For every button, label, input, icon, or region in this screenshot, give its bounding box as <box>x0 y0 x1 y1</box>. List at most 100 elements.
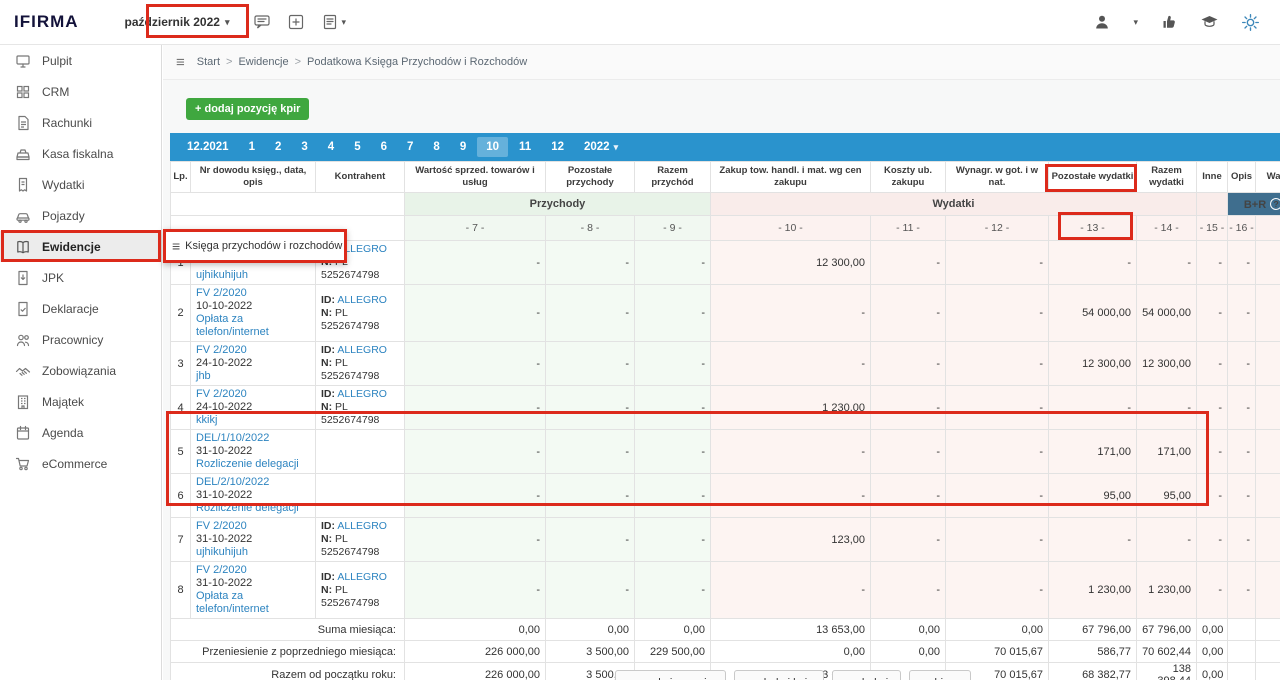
month-tab-3[interactable]: 3 <box>292 137 316 157</box>
contractor-link[interactable]: ALLEGRO <box>337 388 387 400</box>
new-invoice-icon[interactable] <box>287 13 305 31</box>
user-icon[interactable] <box>1093 13 1111 31</box>
month-tab-12[interactable]: 12 <box>542 137 573 157</box>
car-icon <box>15 208 31 224</box>
sidebar-item-deklaracje[interactable]: Deklaracje <box>0 293 161 324</box>
table-row: 8 FV 2/202031-10-2022Opłata za telefon/i… <box>171 562 1280 619</box>
footer-actions: wyszukaj pozycję wydrukuj kpir wydrukuj … <box>513 670 1073 680</box>
document-desc-link[interactable]: kkikj <box>196 414 310 427</box>
month-tab-8[interactable]: 8 <box>424 137 448 157</box>
chevron-down-icon: ▾ <box>341 17 346 28</box>
month-tab-6[interactable]: 6 <box>372 137 396 157</box>
table-row: 7 FV 2/202031-10-2022ujhikuhijuh ID: ALL… <box>171 518 1280 562</box>
add-kpir-entry-button[interactable]: + dodaj pozycję kpir <box>186 98 309 120</box>
col-header-7: Wartość sprzed. towarów i usług <box>405 162 546 193</box>
table-group-row: Przychody Wydatki B+R? <box>171 193 1280 216</box>
declarations-icon <box>15 301 31 317</box>
col-header-16: Opis <box>1228 162 1256 193</box>
document-desc-link[interactable]: Opłata za telefon/internet <box>196 313 310 339</box>
employees-icon <box>15 332 31 348</box>
document-desc-link[interactable]: ujhikuhijuh <box>196 269 310 282</box>
thumbs-up-icon[interactable] <box>1160 13 1178 31</box>
breadcrumb-bar: ≡ Start > Ewidencje > Podatkowa Księga P… <box>163 45 1280 80</box>
month-selector[interactable]: październik 2022 ▾ <box>117 9 238 35</box>
search-entry-button[interactable]: wyszukaj pozycję <box>615 670 726 680</box>
summary-row-month: Suma miesiąca: 0,000,000,00 13 653,000,0… <box>171 619 1280 641</box>
document-link[interactable]: FV 2/2020 <box>196 564 310 577</box>
menu-toggle-icon[interactable]: ≡ <box>176 54 185 71</box>
chevron-down-icon: ▾ <box>225 17 230 28</box>
month-tab-12-2021[interactable]: 12.2021 <box>178 137 238 157</box>
sidebar-item-zobowiazania[interactable]: Zobowiązania <box>0 355 161 386</box>
sidebar-item-wydatki[interactable]: Wydatki <box>0 169 161 200</box>
document-link[interactable]: FV 2/2020 <box>196 287 310 300</box>
document-desc-link[interactable]: ujhikuhijuh <box>196 546 310 559</box>
group-przychody: Przychody <box>405 193 711 216</box>
help-icon[interactable]: ? <box>1270 198 1280 210</box>
month-tab-4[interactable]: 4 <box>319 137 343 157</box>
document-desc-link[interactable]: Rozliczenie delegacji <box>196 502 310 515</box>
sidebar-item-pulpit[interactable]: Pulpit <box>0 45 161 76</box>
contractor-link[interactable]: ALLEGRO <box>337 571 387 583</box>
contractor-link[interactable]: ALLEGRO <box>337 520 387 532</box>
contractor-link[interactable]: ALLEGRO <box>337 294 387 306</box>
col-header-kontrahent: Kontrahent <box>316 162 405 193</box>
sidebar-item-pracownicy[interactable]: Pracownicy <box>0 324 161 355</box>
year-selector[interactable]: 2022▾ <box>575 137 627 157</box>
month-tabs: 12.2021 1 2 3 4 5 6 7 8 9 10 11 12 2022▾ <box>170 133 1280 161</box>
download-button[interactable]: pobierz <box>909 670 971 680</box>
sidebar: Pulpit CRM Rachunki Kasa fiskalna Wydatk… <box>0 45 162 680</box>
sidebar-item-ecommerce[interactable]: eCommerce <box>0 448 161 479</box>
sidebar-item-kasa-fiskalna[interactable]: Kasa fiskalna <box>0 138 161 169</box>
receipt-icon <box>15 177 31 193</box>
print-button[interactable]: wydrukuj <box>832 670 901 680</box>
topbar: IFIRMA październik 2022 ▾ ▾ ▾ <box>0 0 1280 45</box>
document-link[interactable]: FV 2/2020 <box>196 388 310 401</box>
document-desc-link[interactable]: Rozliczenie delegacji <box>196 458 310 471</box>
chat-icon[interactable] <box>253 13 271 31</box>
sidebar-item-jpk[interactable]: JPK <box>0 262 161 293</box>
notes-icon[interactable]: ▾ <box>321 13 346 31</box>
settings-icon[interactable] <box>1241 13 1260 32</box>
webinars-icon[interactable] <box>1200 13 1219 31</box>
breadcrumb-start[interactable]: Start <box>197 56 220 68</box>
calendar-icon <box>15 425 31 441</box>
sidebar-item-rachunki[interactable]: Rachunki <box>0 107 161 138</box>
month-tab-5[interactable]: 5 <box>345 137 369 157</box>
summary-row-carryover: Przeniesienie z poprzedniego miesiąca: 2… <box>171 641 1280 663</box>
submenu-ksiega-przychodow[interactable]: ≡ Księga przychodów i rozchodów <box>163 229 347 263</box>
col-header-8: Pozostałe przychody <box>546 162 635 193</box>
contractor-link[interactable]: ALLEGRO <box>337 344 387 356</box>
sidebar-item-majatek[interactable]: Majątek <box>0 386 161 417</box>
month-tab-7[interactable]: 7 <box>398 137 422 157</box>
ledger-icon <box>15 239 31 255</box>
table-row: 2 FV 2/202010-10-2022Opłata za telefon/i… <box>171 285 1280 342</box>
month-selector-label: październik 2022 <box>125 15 220 29</box>
chevron-down-icon[interactable]: ▾ <box>1133 17 1138 28</box>
month-tab-2[interactable]: 2 <box>266 137 290 157</box>
col-header-lp: Lp. <box>171 162 191 193</box>
sidebar-item-pojazdy[interactable]: Pojazdy <box>0 200 161 231</box>
breadcrumb-ewidencje[interactable]: Ewidencje <box>238 56 288 68</box>
document-link[interactable]: FV 2/2020 <box>196 520 310 533</box>
crm-icon <box>15 84 31 100</box>
document-link[interactable]: FV 2/2020 <box>196 344 310 357</box>
ifirma-logo[interactable]: IFIRMA <box>0 12 117 32</box>
print-kpir-button[interactable]: wydrukuj kpir <box>734 670 824 680</box>
month-tab-11[interactable]: 11 <box>510 137 540 157</box>
month-tab-1[interactable]: 1 <box>240 137 264 157</box>
list-icon: ≡ <box>172 238 180 254</box>
sidebar-item-crm[interactable]: CRM <box>0 76 161 107</box>
month-tab-10-active[interactable]: 10 <box>477 137 508 157</box>
breadcrumb-current: Podatkowa Księga Przychodów i Rozchodów <box>307 56 527 68</box>
month-tab-9[interactable]: 9 <box>451 137 475 157</box>
col-header-13-pozostale-wydatki: Pozostałe wydatki <box>1049 162 1137 193</box>
document-desc-link[interactable]: Opłata za telefon/internet <box>196 590 310 616</box>
group-wydatki: Wydatki <box>711 193 1197 216</box>
document-desc-link[interactable]: jhb <box>196 370 310 383</box>
group-br: B+R? <box>1228 193 1280 216</box>
document-link[interactable]: DEL/2/10/2022 <box>196 476 310 489</box>
document-link[interactable]: DEL/1/10/2022 <box>196 432 310 445</box>
sidebar-item-agenda[interactable]: Agenda <box>0 417 161 448</box>
sidebar-item-ewidencje[interactable]: Ewidencje <box>0 231 161 262</box>
